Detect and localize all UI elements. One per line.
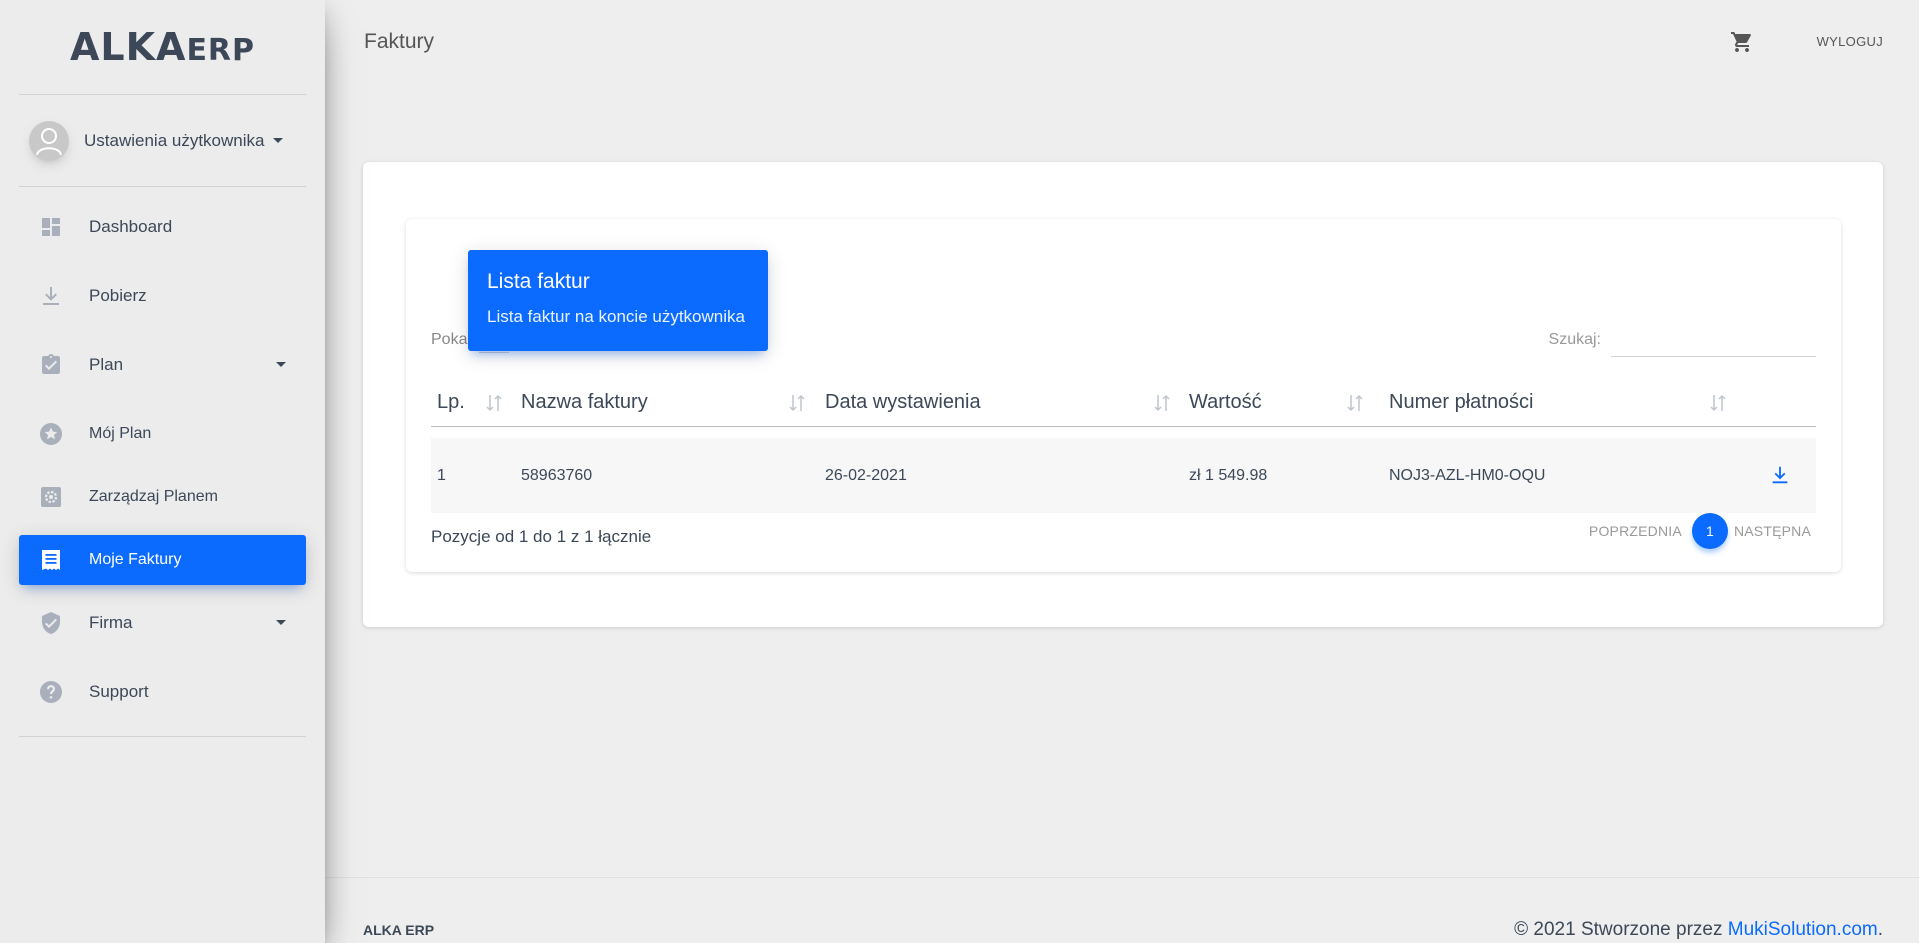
sidebar-item-support[interactable]: Support bbox=[19, 667, 306, 717]
sort-icon bbox=[1154, 394, 1170, 412]
sidebar-item-label: Support bbox=[89, 682, 149, 701]
cell-lp: 1 bbox=[437, 466, 446, 484]
settings-box-icon bbox=[37, 483, 65, 511]
table-info: Pozycje od 1 do 1 z 1 łącznie bbox=[431, 527, 652, 546]
copyright-text: © 2021 Stworzone przez bbox=[1514, 919, 1728, 940]
card-subtitle: Lista faktur na koncie użytkownika bbox=[487, 307, 745, 326]
search-label: Szukaj: bbox=[1548, 331, 1601, 348]
sidebar-item-label: Dashboard bbox=[89, 217, 173, 236]
mukisolution-link[interactable]: MukiSolution.com bbox=[1728, 919, 1878, 940]
footer: ALKA ERP © 2021 Stworzone przez MukiSolu… bbox=[325, 877, 1919, 943]
receipt-icon bbox=[37, 546, 65, 574]
sidebar-item-firma[interactable]: Firma bbox=[19, 598, 306, 648]
sort-icon bbox=[1710, 394, 1726, 412]
verified-shield-icon bbox=[37, 609, 65, 637]
pagination: POPRZEDNIA 1 NASTĘPNA bbox=[1589, 513, 1811, 549]
avatar bbox=[29, 120, 69, 161]
sidebar-item-moj-plan[interactable]: Mój Plan bbox=[19, 409, 306, 459]
star-icon bbox=[37, 420, 65, 448]
sidebar-item-label: Firma bbox=[89, 613, 133, 632]
logo[interactable]: ALKAERP bbox=[19, 0, 306, 95]
sidebar-item-pobierz[interactable]: Pobierz bbox=[19, 271, 306, 321]
page-title: Faktury bbox=[364, 30, 435, 53]
dashboard-icon bbox=[37, 213, 65, 241]
search-input[interactable] bbox=[1611, 323, 1816, 357]
topbar: Faktury WYLOGUJ bbox=[325, 0, 1919, 85]
column-header-lp[interactable]: Lp. bbox=[431, 379, 515, 427]
card-title: Lista faktur bbox=[487, 270, 590, 293]
column-header-label: Lp. bbox=[437, 390, 465, 413]
cart-icon[interactable] bbox=[1730, 30, 1754, 54]
sidebar-item-label: Plan bbox=[89, 355, 124, 374]
cell-payment-text: NOJ3-AZL-HM0-OQU bbox=[1389, 466, 1546, 484]
card-header: Lista faktur Lista faktur na koncie użyt… bbox=[468, 250, 768, 351]
column-header-label: Wartość bbox=[1189, 390, 1262, 413]
content-card: Pokaż 10 pozycji Szukaj: Lp. Nazwa faktu… bbox=[363, 162, 1883, 627]
table-row: 1 58963760 26-02-2021 zł 1 549.98 NOJ3-A… bbox=[431, 438, 1816, 513]
sidebar-item-label: Zarządzaj Planem bbox=[89, 488, 218, 505]
footer-copyright: © 2021 Stworzone przez MukiSolution.com. bbox=[1514, 919, 1883, 941]
cell-name: 58963760 bbox=[521, 466, 593, 484]
sidebar-item-label: Mój Plan bbox=[89, 425, 152, 442]
footer-brand[interactable]: ALKA ERP bbox=[363, 922, 434, 938]
clipboard-check-icon bbox=[37, 351, 65, 379]
sort-icon bbox=[1347, 394, 1363, 412]
sort-icon bbox=[789, 394, 805, 412]
sidebar-item-label: Moje Faktury bbox=[89, 551, 182, 568]
sidebar-item-zarzadzaj-planem[interactable]: Zarządzaj Planem bbox=[19, 472, 306, 522]
previous-page-button[interactable]: POPRZEDNIA bbox=[1589, 523, 1682, 539]
next-page-button[interactable]: NASTĘPNA bbox=[1734, 523, 1811, 539]
cell-value: zł 1 549.98 bbox=[1189, 466, 1268, 484]
table-header-row: Lp. Nazwa faktury Data wystawienia Warto… bbox=[431, 379, 1816, 427]
page-1-button[interactable]: 1 bbox=[1691, 513, 1728, 549]
chevron-down-icon bbox=[273, 138, 284, 143]
column-header-name[interactable]: Nazwa faktury bbox=[515, 379, 819, 427]
user-settings-toggle[interactable]: Ustawienia użytkownika bbox=[19, 95, 306, 187]
sidebar-item-dashboard[interactable]: Dashboard bbox=[19, 202, 306, 252]
sidebar-divider bbox=[19, 736, 306, 737]
search-control: Szukaj: bbox=[1549, 323, 1816, 357]
column-header-label: Nazwa faktury bbox=[521, 390, 648, 413]
download-invoice-icon[interactable] bbox=[1769, 464, 1791, 486]
help-icon bbox=[37, 678, 65, 706]
sidebar-item-moje-faktury[interactable]: Moje Faktury bbox=[19, 535, 306, 585]
invoice-table: Lp. Nazwa faktury Data wystawienia Warto… bbox=[431, 379, 1816, 513]
sort-icon bbox=[486, 394, 502, 412]
sidebar-item-plan[interactable]: Plan bbox=[19, 340, 306, 390]
chevron-down-icon bbox=[276, 620, 286, 625]
cell-date: 26-02-2021 bbox=[825, 466, 907, 484]
column-header-date[interactable]: Data wystawienia bbox=[819, 379, 1183, 427]
logo-text: ALKAERP bbox=[69, 25, 256, 69]
column-header-label: Numer płatności bbox=[1389, 390, 1534, 413]
sidebar: ALKAERP Ustawienia użytkownika Dashboard… bbox=[0, 0, 325, 943]
download-icon bbox=[37, 282, 65, 310]
invoice-list-card: Pokaż 10 pozycji Szukaj: Lp. Nazwa faktu… bbox=[406, 219, 1841, 572]
copyright-suffix: . bbox=[1877, 919, 1883, 940]
column-header-value[interactable]: Wartość bbox=[1183, 379, 1383, 427]
column-header-payment[interactable]: Numer płatności bbox=[1383, 379, 1816, 427]
sidebar-item-label: Pobierz bbox=[89, 286, 147, 305]
table-spacer bbox=[431, 426, 1816, 438]
user-settings-label: Ustawienia użytkownika bbox=[84, 130, 265, 150]
chevron-down-icon bbox=[276, 362, 286, 367]
column-header-label: Data wystawienia bbox=[825, 390, 981, 413]
logout-button[interactable]: WYLOGUJ bbox=[1817, 34, 1883, 49]
cell-payment: NOJ3-AZL-HM0-OQU bbox=[1383, 438, 1816, 513]
sidebar-nav: Dashboard Pobierz Plan Mój Plan Zarządza… bbox=[19, 202, 306, 717]
